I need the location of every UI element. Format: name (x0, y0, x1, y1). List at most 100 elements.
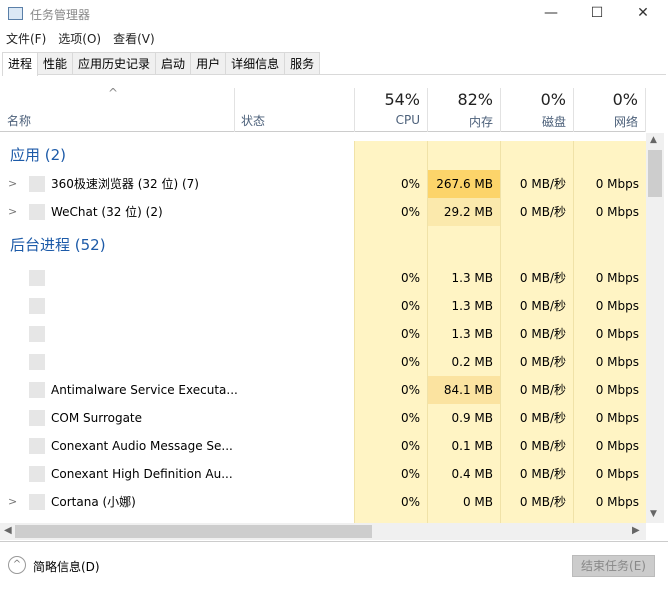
column-memory[interactable]: 82% 内存 (427, 88, 500, 132)
menu-view[interactable]: 查看(V) (113, 30, 155, 47)
sort-arrow-icon: ^ (108, 86, 119, 100)
cpu-value: 0% (354, 488, 427, 516)
process-icon (29, 466, 45, 482)
column-network[interactable]: 0% 网络 (573, 88, 646, 132)
maximize-button[interactable]: ☐ (574, 0, 620, 28)
collapse-icon[interactable]: ^ (8, 556, 26, 574)
group-cell (427, 226, 500, 264)
scroll-down-icon[interactable]: ▼ (650, 509, 657, 519)
disk-total: 0% (540, 90, 566, 109)
process-name: Conexant High Definition Au... (51, 467, 233, 481)
process-row[interactable]: > Cortana (小娜) 0% 0 MB 0 MB/秒 0 Mbps (0, 488, 646, 516)
scroll-left-icon[interactable]: ◀ (4, 525, 12, 536)
process-name: Cortana (小娜) (51, 495, 136, 509)
disk-value: 0 MB/秒 (500, 460, 573, 488)
tab-processes[interactable]: 进程 (2, 52, 39, 76)
partial-cell (573, 516, 646, 523)
partial-cell (427, 516, 500, 523)
title-bar: 任务管理器 — ☐ ✕ (0, 0, 668, 28)
menu-options[interactable]: 选项(O) (58, 30, 101, 47)
process-row[interactable]: > WeChat (32 位) (2) 0% 29.2 MB 0 MB/秒 0 Mbps (0, 198, 646, 226)
memory-value: 0 MB (427, 488, 500, 516)
memory-value: 0.2 MB (427, 348, 500, 376)
process-row[interactable]: 0% 0.2 MB 0 MB/秒 0 Mbps (0, 348, 646, 376)
hscroll-thumb[interactable] (15, 525, 372, 538)
scroll-thumb[interactable] (648, 150, 662, 197)
network-value: 0 Mbps (573, 404, 646, 432)
memory-value: 267.6 MB (427, 170, 500, 198)
footer: ^ 简略信息(D) 结束任务(E) (0, 541, 668, 593)
process-row[interactable]: Conexant Audio Message Se... 0% 0.1 MB 0 MB… (0, 432, 646, 460)
process-list: 应用 (2) >360极速浏览器 (32 位) (7) 0% 267.6 MB 0 MB… (0, 133, 646, 523)
process-icon (29, 382, 45, 398)
process-name: WeChat (32 位) (2) (51, 205, 163, 219)
cpu-total: 54% (384, 90, 420, 109)
cpu-value: 0% (354, 320, 427, 348)
tab-users[interactable]: 用户 (190, 52, 227, 74)
process-icon (29, 176, 45, 192)
disk-label: 磁盘 (541, 115, 566, 129)
scroll-up-icon[interactable]: ▲ (650, 135, 657, 145)
tab-startup[interactable]: 启动 (155, 52, 192, 74)
window-title: 任务管理器 (30, 8, 91, 22)
group-label: 应用 (2) (10, 146, 67, 164)
process-row[interactable]: >360极速浏览器 (32 位) (7) 0% 267.6 MB 0 MB/秒 0 Mb… (0, 170, 646, 198)
column-cpu[interactable]: 54% CPU (354, 88, 427, 132)
process-icon (29, 410, 45, 426)
group-label: 后台进程 (52) (10, 236, 106, 254)
partial-cell (354, 516, 427, 523)
network-value: 0 Mbps (573, 320, 646, 348)
expand-chevron-icon[interactable]: > (8, 170, 17, 198)
process-row[interactable]: 0% 1.3 MB 0 MB/秒 0 Mbps (0, 264, 646, 292)
column-name[interactable]: 名称 (7, 112, 31, 129)
group-cell (573, 141, 646, 170)
group-header: 后台进程 (52) (0, 226, 646, 264)
tab-app-history[interactable]: 应用历史记录 (72, 52, 157, 74)
scroll-right-icon[interactable]: ▶ (632, 525, 640, 536)
tab-performance[interactable]: 性能 (37, 52, 74, 74)
cpu-label: CPU (395, 113, 420, 127)
cpu-value: 0% (354, 404, 427, 432)
column-header: ^ 名称 状态 54% CPU 82% 内存 0% 磁盘 0% 网络 (0, 86, 646, 132)
memory-value: 29.2 MB (427, 198, 500, 226)
process-row[interactable]: Antimalware Service Executa... 0% 84.1 MB 0… (0, 376, 646, 404)
process-row[interactable]: Conexant High Definition Au... 0% 0.4 MB 0 … (0, 460, 646, 488)
tab-details[interactable]: 详细信息 (225, 52, 286, 74)
process-row[interactable]: 0% 1.3 MB 0 MB/秒 0 Mbps (0, 320, 646, 348)
process-icon (29, 204, 45, 220)
memory-value: 1.3 MB (427, 264, 500, 292)
memory-value: 0.1 MB (427, 432, 500, 460)
network-value: 0 Mbps (573, 170, 646, 198)
minimize-button[interactable]: — (528, 0, 574, 28)
horizontal-scrollbar[interactable]: ◀ ▶ (0, 523, 646, 540)
network-value: 0 Mbps (573, 376, 646, 404)
fewer-details-link[interactable]: 简略信息(D) (33, 558, 100, 575)
process-row[interactable]: COM Surrogate 0% 0.9 MB 0 MB/秒 0 Mbps (0, 404, 646, 432)
vertical-scrollbar[interactable]: ▲ ▼ (646, 133, 664, 523)
end-task-button[interactable]: 结束任务(E) (572, 555, 655, 577)
network-value: 0 Mbps (573, 198, 646, 226)
memory-label: 内存 (468, 115, 493, 129)
expand-chevron-icon[interactable]: > (8, 488, 17, 516)
column-status[interactable]: 状态 (234, 88, 354, 132)
partial-row (0, 516, 646, 523)
tab-services[interactable]: 服务 (284, 52, 321, 74)
memory-value: 1.3 MB (427, 292, 500, 320)
menu-file[interactable]: 文件(F) (6, 30, 46, 47)
network-value: 0 Mbps (573, 488, 646, 516)
memory-value: 84.1 MB (427, 376, 500, 404)
cpu-value: 0% (354, 432, 427, 460)
column-disk[interactable]: 0% 磁盘 (500, 88, 573, 132)
process-row[interactable]: 0% 1.3 MB 0 MB/秒 0 Mbps (0, 292, 646, 320)
network-label: 网络 (613, 115, 638, 129)
process-icon (29, 354, 45, 370)
disk-value: 0 MB/秒 (500, 320, 573, 348)
group-cell (354, 226, 427, 264)
group-header: 应用 (2) (0, 141, 646, 170)
group-cell (354, 141, 427, 170)
disk-value: 0 MB/秒 (500, 348, 573, 376)
expand-chevron-icon[interactable]: > (8, 198, 17, 226)
memory-total: 82% (457, 90, 493, 109)
close-button[interactable]: ✕ (620, 0, 666, 28)
network-value: 0 Mbps (573, 264, 646, 292)
